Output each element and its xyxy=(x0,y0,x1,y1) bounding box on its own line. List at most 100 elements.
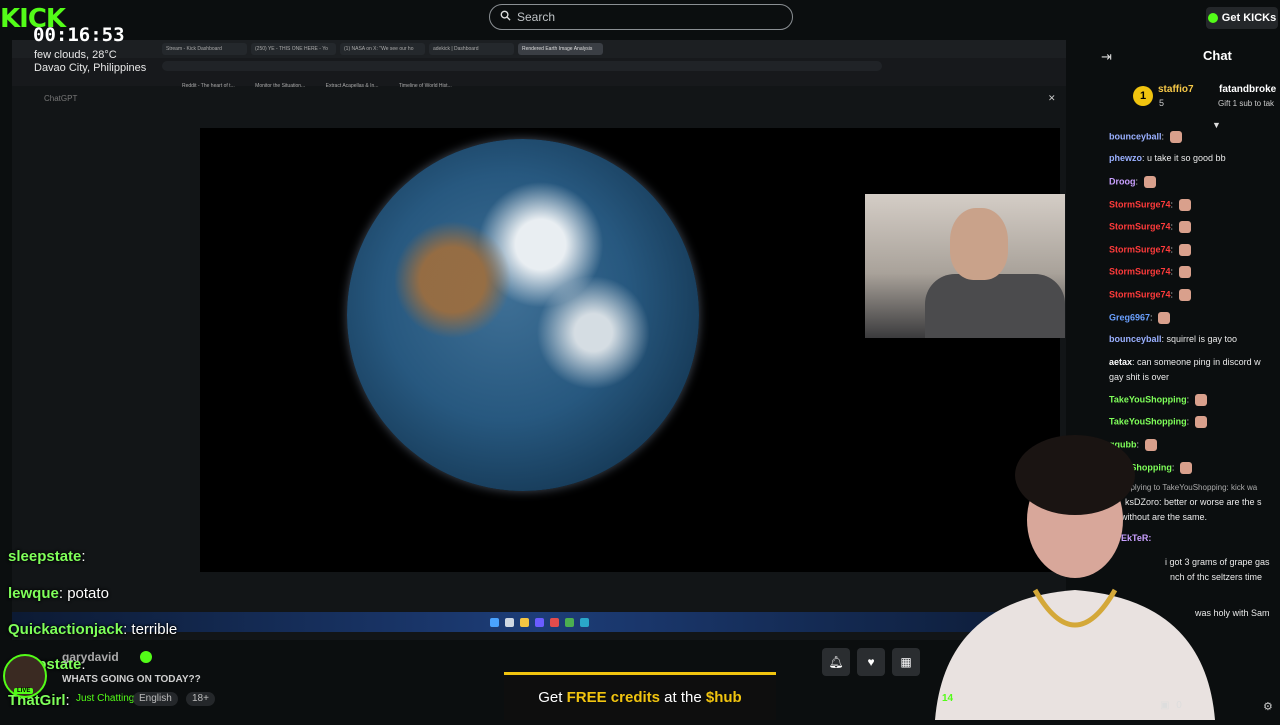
browser-tab[interactable]: (250) YE - THIS ONE HERE - Yo xyxy=(251,43,336,55)
chat-username[interactable]: Greg6967 xyxy=(1109,312,1150,322)
get-kicks-button[interactable]: Get KICKs xyxy=(1206,7,1278,29)
heart-icon: ♥ xyxy=(867,655,875,669)
overlay-chat-separator: : xyxy=(81,548,86,565)
scroll-down-icon[interactable]: ▼ xyxy=(1212,120,1221,130)
chat-message: Droog: xyxy=(1109,176,1156,188)
browser-tab-active[interactable]: Rendered Earth Image Analysis xyxy=(518,43,603,55)
overlay-chat-separator: : xyxy=(65,692,70,709)
emote-icon xyxy=(1178,199,1191,211)
chat-message: bounceyball: xyxy=(1109,131,1182,143)
chat-username[interactable]: TakeYouShopping xyxy=(1109,394,1187,404)
browser-tab[interactable]: Stream - Kick Dashboard xyxy=(162,43,247,55)
bookmark-item[interactable]: Extract Acapellas & In... xyxy=(326,83,379,89)
chat-username[interactable]: aetax xyxy=(1109,357,1132,367)
chat-username[interactable]: StormSurge74 xyxy=(1109,221,1171,231)
promo-banner[interactable]: Get FREE credits at the $hub xyxy=(504,672,776,720)
chat-username[interactable]: Droog xyxy=(1109,176,1136,186)
browser-tab[interactable]: (1) NASA on X: "We see our ho xyxy=(340,43,425,55)
chat-message: StormSurge74: xyxy=(1109,244,1191,256)
weather-location: Davao City, Philippines xyxy=(34,62,147,74)
pinned-count: 5 xyxy=(1159,98,1165,108)
banner-middle: at the xyxy=(660,689,706,706)
app-icon[interactable] xyxy=(549,617,559,627)
banner-brand: $hub xyxy=(705,689,742,706)
chat-separator: : xyxy=(1161,131,1167,142)
overlay-chat-username: Quickactionjack xyxy=(8,621,124,638)
chat-text: u take it so good bb xyxy=(1147,153,1226,163)
chat-title: Chat xyxy=(1203,48,1232,63)
chat-username[interactable]: StormSurge74 xyxy=(1109,266,1171,276)
get-kicks-label: Get KICKs xyxy=(1221,12,1277,24)
gift-badge-icon: 1 xyxy=(1133,86,1153,106)
emote-icon xyxy=(1158,312,1171,324)
overlay-chat-text: terrible xyxy=(131,621,178,638)
overlay-chat-message: sleepstate: xyxy=(8,548,86,565)
viewer-count: 14 xyxy=(942,693,954,704)
close-icon[interactable]: ✕ xyxy=(1048,93,1056,104)
emote-icon xyxy=(1194,416,1207,428)
chat-separator: : xyxy=(1186,394,1192,405)
chat-username[interactable]: bounceyball xyxy=(1109,131,1162,141)
chat-message: gay shit is over xyxy=(1109,372,1169,382)
webcam-person-face xyxy=(950,208,1008,280)
language-tag[interactable]: English xyxy=(133,692,178,706)
collapse-chat-icon[interactable]: ⇥ xyxy=(1101,49,1112,65)
kicks-coin-icon xyxy=(1207,13,1218,23)
folder-icon[interactable] xyxy=(519,617,529,627)
chat-separator: : xyxy=(1170,199,1176,210)
emote-icon xyxy=(1169,131,1182,143)
taskbar-search-icon[interactable] xyxy=(504,617,514,627)
app-icon[interactable] xyxy=(534,617,544,627)
chat-separator: : xyxy=(1170,266,1176,277)
chat-message: Greg6967: xyxy=(1109,312,1171,324)
windows-start-icon[interactable] xyxy=(489,617,499,627)
url-field[interactable] xyxy=(162,61,882,71)
chrome-icon[interactable] xyxy=(564,617,574,627)
emote-icon xyxy=(1143,176,1156,188)
store-icon[interactable]: ▣ xyxy=(1160,700,1169,711)
gift-button[interactable]: ▦ xyxy=(892,648,920,676)
rating-tag[interactable]: 18+ xyxy=(186,692,215,706)
pinned-user[interactable]: fatandbroke xyxy=(1219,84,1276,95)
chat-username[interactable]: StormSurge74 xyxy=(1109,244,1171,254)
bookmark-item[interactable]: Timeline of World Hist... xyxy=(399,83,452,89)
chat-username[interactable]: phewzo xyxy=(1109,153,1142,163)
chat-username[interactable]: bounceyball xyxy=(1109,334,1162,344)
chat-username[interactable]: StormSurge74 xyxy=(1109,199,1171,209)
chat-message: phewzo: u take it so good bb xyxy=(1109,153,1226,163)
chat-separator: : xyxy=(1150,312,1156,323)
weather-widget: few clouds, 28°C Davao City, Philippines xyxy=(34,49,146,75)
bookmarks-bar: Reddit - The heart of t... Monitor the S… xyxy=(12,74,1066,89)
chat-username[interactable]: StormSurge74 xyxy=(1109,289,1171,299)
browser-tab-strip: Stream - Kick Dashboard (250) YE - THIS … xyxy=(12,40,1066,58)
bookmark-item[interactable]: Monitor the Situation... xyxy=(255,83,305,89)
overlay-chat-username: sleepstate xyxy=(8,548,82,565)
chat-separator: : xyxy=(1170,221,1176,232)
settings-gear-icon[interactable]: ⚙ xyxy=(1263,700,1273,713)
app-icon[interactable] xyxy=(579,617,589,627)
chat-message: aetax: can someone ping in discord w xyxy=(1109,357,1261,367)
streamer-name[interactable]: garydavid xyxy=(62,650,119,664)
chat-separator: : xyxy=(1170,289,1176,300)
kicks-balance: 0 xyxy=(1176,700,1182,711)
webcam-person-body xyxy=(925,274,1065,338)
overlay-chat-text: potato xyxy=(67,585,109,602)
chat-separator: : xyxy=(1135,176,1141,187)
chat-separator: : xyxy=(1170,244,1176,255)
chat-message: StormSurge74: xyxy=(1109,199,1191,211)
chat-text: squirrel is gay too xyxy=(1166,334,1238,344)
search-input[interactable]: Search xyxy=(489,4,793,30)
chat-username[interactable]: TakeYouShopping xyxy=(1109,416,1187,426)
overlay-chat-username: lewque xyxy=(8,585,59,602)
bookmark-item[interactable]: Reddit - The heart of t... xyxy=(182,83,235,89)
follow-button[interactable]: ♥ xyxy=(857,648,885,676)
pinned-user[interactable]: staffio7 xyxy=(1158,84,1194,95)
pinned-text: Gift 1 sub to tak xyxy=(1218,99,1275,108)
live-badge: LIVE xyxy=(14,688,34,694)
chat-message: StormSurge74: xyxy=(1109,221,1191,233)
chatgpt-title: ChatGPT xyxy=(44,94,78,103)
notifications-button[interactable]: 🔔︎ xyxy=(822,648,850,676)
browser-tab[interactable]: adekick | Dashboard xyxy=(429,43,514,55)
category-link[interactable]: Just Chatting xyxy=(70,692,140,706)
chat-message: StormSurge74: xyxy=(1109,266,1191,278)
